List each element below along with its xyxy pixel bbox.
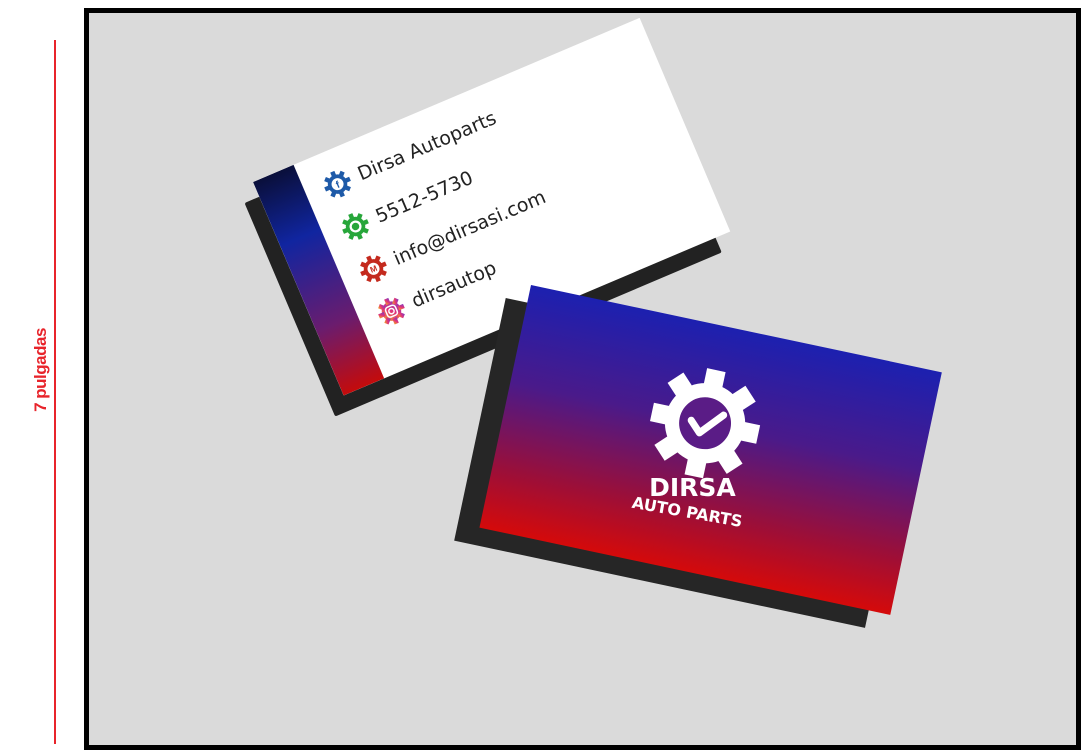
contact-instagram-text: dirsautop [408,256,500,313]
whatsapp-gear-icon [342,213,369,240]
gmail-gear-icon: M [360,255,387,283]
instagram-gear-icon [378,297,405,325]
ruler-line [54,40,56,744]
facebook-gear-icon: f [324,170,351,198]
ruler-label: 7 pulgadas [31,328,50,412]
